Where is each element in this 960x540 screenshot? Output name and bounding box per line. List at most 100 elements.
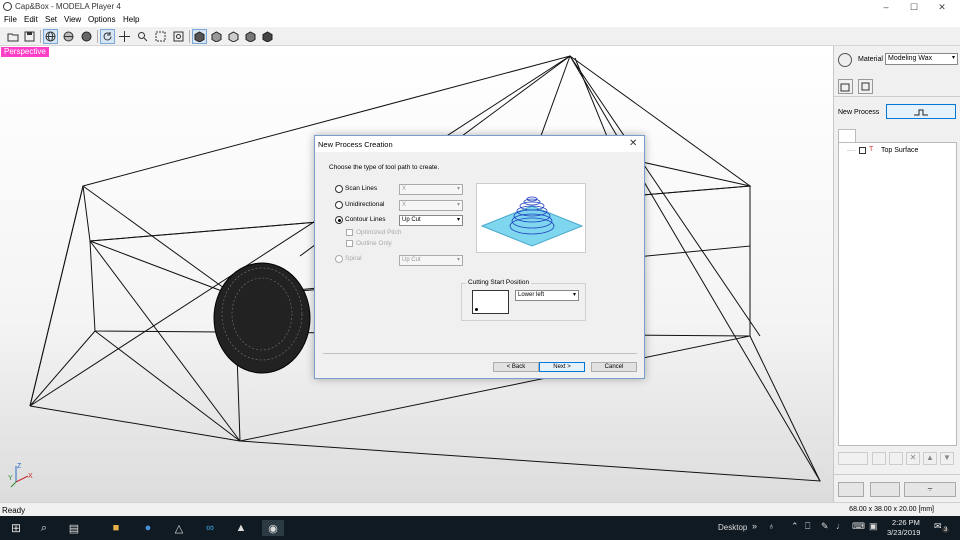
tree-tab[interactable]	[838, 129, 856, 142]
menu-help[interactable]: Help	[123, 15, 139, 24]
people-icon[interactable]: ♁	[768, 521, 775, 531]
tree-item-top-surface[interactable]: Top Surface	[881, 147, 918, 154]
fit-icon[interactable]	[153, 29, 168, 44]
new-process-button[interactable]	[886, 104, 956, 119]
desktop-toolbar-label[interactable]: Desktop	[718, 523, 747, 532]
tool-path-icon[interactable]	[870, 482, 900, 497]
radio-spiral[interactable]	[335, 255, 343, 263]
tool-icon[interactable]	[858, 79, 873, 94]
divider	[834, 474, 960, 475]
app-icon	[3, 2, 12, 11]
minimize-button[interactable]: –	[872, 0, 900, 14]
scan-direction-value: X	[402, 186, 407, 192]
torus-mesh	[213, 262, 311, 374]
surface-view-icon[interactable]	[838, 452, 868, 465]
clock-date[interactable]: 3/23/2019	[887, 528, 920, 537]
cutting-start-group: Cutting Start Position Lower left ▾	[461, 279, 586, 321]
material-icon[interactable]	[838, 53, 852, 67]
option-label-contour-lines[interactable]: Contour Lines	[345, 216, 385, 223]
cad-app-icon[interactable]: ▲	[233, 520, 249, 536]
radio-scan-lines[interactable]	[335, 185, 343, 193]
wireframe-sphere-icon[interactable]	[43, 29, 58, 44]
copy-icon[interactable]	[889, 452, 903, 465]
close-icon[interactable]: ✕	[629, 138, 637, 149]
save-icon[interactable]	[22, 29, 37, 44]
modela-player-taskbar-icon[interactable]: ◉	[262, 520, 284, 536]
rotate-icon[interactable]	[100, 29, 115, 44]
windows-start-icon[interactable]: ⊞	[8, 520, 24, 536]
material-select[interactable]: Modeling Wax ▾	[885, 53, 958, 65]
view-iso-icon[interactable]	[192, 29, 207, 44]
browser-icon[interactable]: ●	[140, 520, 156, 536]
close-button[interactable]: ✕	[928, 0, 956, 14]
cut-icon[interactable]: ⨪	[904, 482, 956, 497]
delete-icon[interactable]: ✕	[906, 452, 920, 465]
dialog-title-bar: New Process Creation ✕	[315, 136, 644, 152]
start-point-marker	[475, 308, 478, 311]
checkbox-optimized-pitch[interactable]	[346, 229, 353, 236]
notification-icon[interactable]: ✉	[934, 521, 942, 532]
view-back-icon[interactable]	[260, 29, 275, 44]
tool-edit-icon[interactable]	[872, 452, 886, 465]
open-file-icon[interactable]	[5, 29, 20, 44]
material-label: Material	[858, 56, 883, 63]
chevron-down-icon: ▾	[951, 55, 955, 61]
checkbox-outline-only[interactable]	[346, 240, 353, 247]
mesh-sphere-icon[interactable]	[61, 29, 76, 44]
view-right-icon[interactable]	[243, 29, 258, 44]
file-explorer-icon[interactable]: ■	[108, 520, 124, 536]
menu-view[interactable]: View	[64, 15, 81, 24]
menu-set[interactable]: Set	[45, 15, 57, 24]
move-up-icon[interactable]: ▲	[923, 452, 937, 465]
menu-file[interactable]: File	[4, 15, 17, 24]
toolbar-separator	[97, 30, 98, 43]
app-pin-icon[interactable]: △	[171, 520, 187, 536]
zoom-icon[interactable]	[135, 29, 150, 44]
toolbar-separator	[40, 30, 41, 43]
cut-area-icon[interactable]	[838, 79, 853, 94]
volume-icon[interactable]: ♩	[836, 521, 845, 531]
option-label-unidirectional[interactable]: Unidirectional	[345, 201, 384, 208]
dialog-title: New Process Creation	[318, 140, 393, 149]
pen-icon[interactable]: ✎	[821, 521, 829, 532]
cutting-start-select[interactable]: Lower left ▾	[515, 290, 579, 301]
toolpath-preview-image	[476, 183, 586, 253]
back-button[interactable]: < Back	[493, 362, 539, 372]
preview-icon[interactable]	[838, 482, 864, 497]
toolbar	[0, 27, 960, 46]
keyboard-icon[interactable]: ⌨	[852, 521, 865, 532]
network-icon[interactable]: ⎕	[805, 521, 810, 532]
process-tree[interactable]: ┈┈ T Top Surface	[838, 142, 957, 446]
display-icon[interactable]: ▣	[869, 521, 878, 532]
shaded-sphere-icon[interactable]	[79, 29, 94, 44]
contour-cut-select[interactable]: Up Cut ▾	[399, 215, 463, 226]
svg-text:X: X	[28, 473, 33, 480]
search-icon[interactable]: ⌕	[36, 520, 52, 536]
arduino-icon[interactable]: ∞	[202, 520, 218, 536]
menu-edit[interactable]: Edit	[24, 15, 38, 24]
option-label-scan-lines[interactable]: Scan Lines	[345, 185, 377, 192]
chevron-down-icon: ▾	[456, 217, 460, 223]
view-top-icon[interactable]	[209, 29, 224, 44]
zoom-window-icon[interactable]	[171, 29, 186, 44]
chevron-right-icon[interactable]: »	[752, 521, 757, 531]
radio-contour-lines[interactable]	[335, 216, 343, 224]
next-button[interactable]: Next >	[539, 362, 585, 372]
chevron-down-icon: ▾	[456, 257, 460, 263]
cutting-start-label: Cutting Start Position	[466, 279, 532, 286]
process-panel: Material Modeling Wax ▾ New Process ┈┈ T …	[833, 46, 960, 502]
radio-unidirectional[interactable]	[335, 201, 343, 209]
start-position-diagram	[472, 290, 509, 314]
view-mode-label[interactable]: Perspective	[1, 47, 49, 57]
cancel-button[interactable]: Cancel	[591, 362, 637, 372]
tree-connector: ┈┈	[847, 148, 856, 155]
chevron-up-icon[interactable]: ⌃	[791, 521, 799, 532]
scan-direction-select: X ▾	[399, 184, 463, 195]
pan-icon[interactable]	[117, 29, 132, 44]
view-front-icon[interactable]	[226, 29, 241, 44]
menu-options[interactable]: Options	[88, 15, 116, 24]
clock-time[interactable]: 2:26 PM	[892, 518, 920, 527]
task-view-icon[interactable]: ▤	[66, 520, 82, 536]
move-down-icon[interactable]: ▼	[940, 452, 954, 465]
maximize-button[interactable]: ☐	[900, 0, 928, 14]
